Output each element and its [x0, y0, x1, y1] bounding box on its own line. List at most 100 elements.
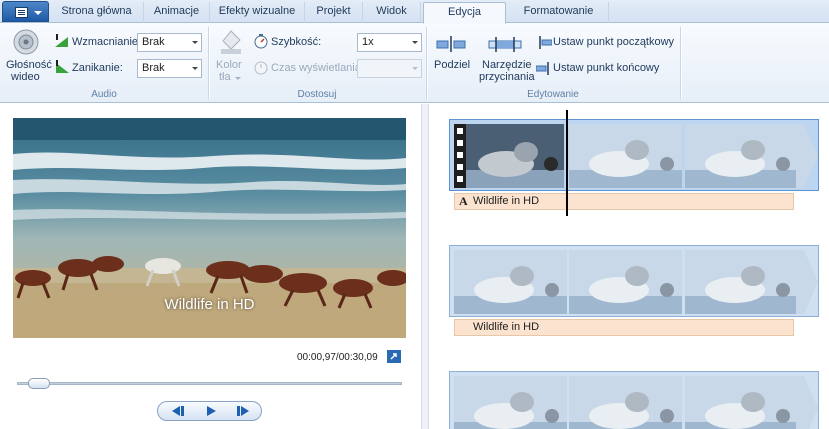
storyboard-clip[interactable] [449, 119, 819, 191]
clip-thumbnail [685, 124, 798, 188]
speaker-icon [13, 29, 39, 55]
tab-view[interactable]: Widok [363, 2, 421, 23]
set-end-point-button[interactable]: Ustaw punkt końcowy [536, 59, 676, 77]
duration-select[interactable] [357, 59, 422, 78]
set-start-icon [539, 36, 552, 49]
clip-thumbnail [454, 376, 567, 429]
adjust-group-label: Dostosuj [297, 89, 337, 100]
chevron-down-icon [192, 67, 198, 70]
storyboard-clip[interactable] [449, 245, 819, 317]
fade-out-select[interactable]: Brak [137, 59, 202, 78]
thumbnail-image [569, 376, 682, 429]
clip-thumbnail [569, 250, 682, 314]
trim-tool-label-2: przycinania [479, 71, 535, 83]
ribbon: Głośność wideo Wzmacnianie: Brak Zanikan… [0, 23, 829, 103]
paint-bucket-icon [221, 30, 241, 54]
next-frame-icon [237, 406, 249, 416]
fullscreen-button[interactable] [387, 350, 401, 363]
tab-project[interactable]: Projekt [305, 2, 363, 23]
storyboard-title-text: Wildlife in HD [473, 195, 540, 207]
chevron-down-icon [34, 11, 42, 15]
video-volume-label-2: wideo [11, 71, 40, 83]
thumbnail-image [685, 250, 798, 314]
background-color-label-1: Kolor [216, 59, 242, 71]
storyboard-title-text: Wildlife in HD [473, 321, 540, 333]
fade-out-value: Brak [142, 62, 165, 74]
thumbnail-image [454, 250, 567, 314]
clip-thumbnail [466, 124, 564, 188]
play-button[interactable] [194, 403, 228, 419]
seek-bar-track[interactable] [17, 382, 402, 385]
timecode-display: 00:00,97/00:30,09 [297, 352, 378, 363]
group-separator [680, 27, 681, 99]
background-color-label-2: tła [219, 71, 231, 83]
previous-frame-icon [172, 406, 184, 416]
storyboard-title-bar[interactable]: A Wildlife in HD [454, 193, 794, 210]
chevron-down-icon [412, 41, 418, 44]
document-icon [15, 7, 28, 18]
storyboard-title-bar[interactable]: Wildlife in HD [454, 319, 794, 336]
set-end-icon [536, 62, 549, 75]
play-icon [207, 406, 216, 416]
duration-label: Czas wyświetlania: [271, 62, 364, 74]
playhead-marker[interactable] [566, 110, 568, 216]
thumbnail-image [569, 250, 682, 314]
fade-out-icon [56, 60, 69, 73]
tab-edit[interactable]: Edycja [423, 2, 506, 24]
edit-group-label: Edytowanie [527, 89, 579, 100]
trim-tool-button[interactable]: Narzędzie przycinania [476, 26, 535, 84]
clip-thumbnail [454, 250, 567, 314]
chevron-down-icon [235, 77, 241, 80]
title-text-icon: A [459, 194, 468, 208]
speed-select[interactable]: 1x [357, 33, 422, 52]
thumbnail-image [569, 124, 682, 188]
storyboard-clip[interactable] [449, 371, 819, 429]
tab-home[interactable]: Strona główna [50, 2, 144, 23]
duration-icon [254, 61, 268, 75]
speed-icon [254, 34, 268, 49]
storyboard-pane: A Wildlife in HD Wildlife in HD [429, 104, 829, 429]
trim-icon [488, 37, 522, 52]
fade-in-label: Wzmacnianie: [72, 36, 142, 48]
tab-animations[interactable]: Animacje [144, 2, 210, 23]
ribbon-tab-strip: Strona główna Animacje Efekty wizualne P… [0, 0, 829, 24]
clip-arrow-icon [796, 250, 818, 314]
video-caption-overlay: Wildlife in HD [164, 296, 255, 313]
preview-pane: Wildlife in HD 00:00,97/00:30,09 [0, 104, 421, 429]
thumbnail-image [454, 376, 567, 429]
tab-format[interactable]: Formatowanie [509, 2, 609, 23]
split-button[interactable]: Podziel [430, 26, 470, 84]
expand-icon [388, 351, 400, 362]
video-volume-label-1: Głośność [6, 59, 52, 71]
previous-frame-button[interactable] [160, 403, 194, 419]
clip-arrow-icon [796, 124, 818, 188]
application-menu-button[interactable] [2, 1, 49, 22]
clip-thumbnail [685, 376, 798, 429]
clip-thumbnail [569, 376, 682, 429]
clip-thumbnail [569, 124, 682, 188]
pane-splitter[interactable] [421, 104, 429, 429]
fade-in-value: Brak [142, 36, 165, 48]
speed-value: 1x [362, 36, 374, 48]
set-start-label: Ustaw punkt początkowy [553, 36, 675, 48]
audio-group-label: Audio [91, 89, 117, 100]
set-start-point-button[interactable]: Ustaw punkt początkowy [536, 33, 676, 51]
thumbnail-image [685, 376, 798, 429]
thumbnail-image [466, 124, 564, 188]
split-label: Podziel [434, 59, 471, 71]
video-preview[interactable]: Wildlife in HD [13, 118, 406, 338]
thumbnail-image [685, 124, 798, 188]
clip-arrow-icon [796, 376, 818, 429]
tab-visual-effects[interactable]: Efekty wizualne [210, 2, 305, 23]
trim-tool-label-1: Narzędzie [482, 59, 532, 71]
fade-in-select[interactable]: Brak [137, 33, 202, 52]
split-icon [436, 36, 466, 52]
fade-out-label: Zanikanie: [72, 62, 123, 74]
chevron-down-icon [412, 67, 418, 70]
next-frame-button[interactable] [227, 403, 261, 419]
playback-controls [157, 401, 262, 421]
background-color-button[interactable]: Kolor tła [213, 26, 249, 84]
video-volume-button[interactable]: Głośność wideo [4, 26, 52, 84]
seek-bar-thumb[interactable] [27, 378, 50, 389]
fade-in-icon [55, 34, 68, 47]
